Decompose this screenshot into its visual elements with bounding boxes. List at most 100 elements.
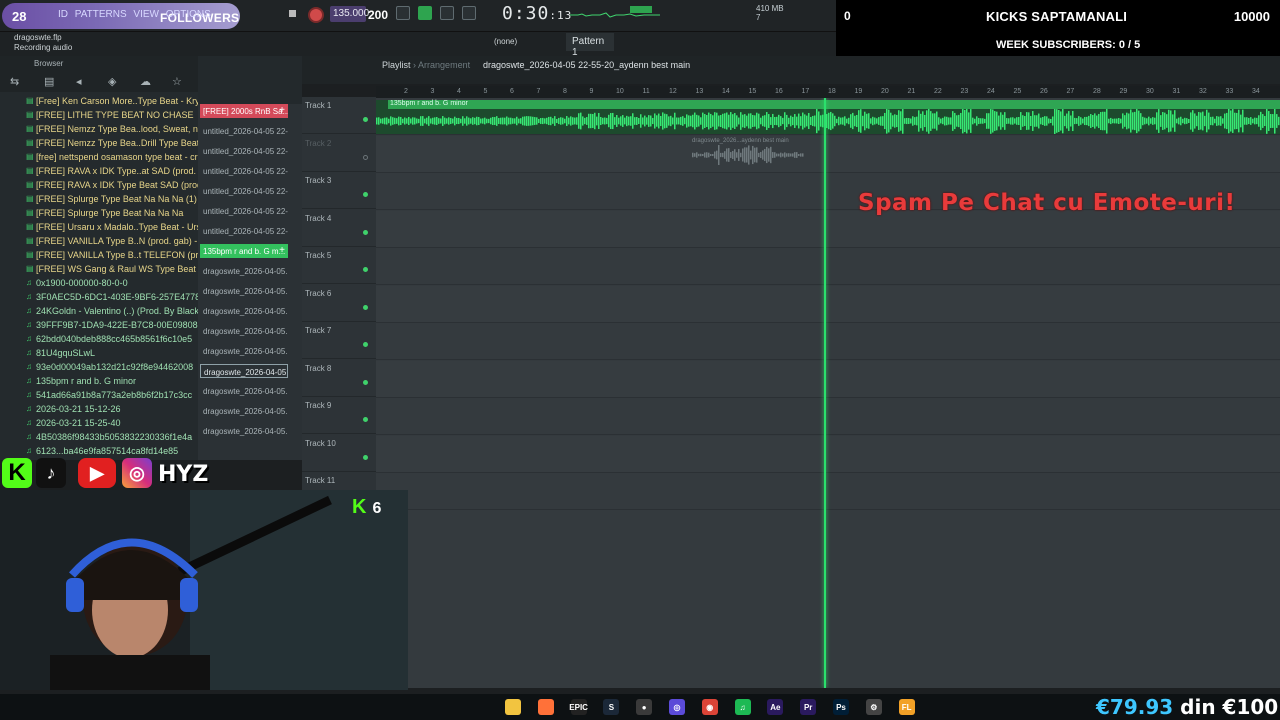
- fl-studio-icon[interactable]: FL: [898, 699, 915, 715]
- track-lane[interactable]: [376, 210, 1280, 248]
- timeline-ruler[interactable]: 2 3 4 5 6 7 8 9 10 11 12 13 14 15 16 17 18 19 20 21 22 23 24 25…: [376, 86, 1280, 98]
- clip-item[interactable]: dragoswte_2026-04-05...: [200, 264, 288, 278]
- browser-item[interactable]: ♫ 3F0AEC5D-6DC1-403E-9BF6-257E47781E86: [0, 290, 198, 304]
- app-icon[interactable]: ◎: [669, 699, 685, 715]
- clip-item[interactable]: dragoswte_2026-04-05...: [200, 304, 288, 318]
- countdown-icon[interactable]: [440, 6, 454, 20]
- browser-item[interactable]: ♫ 62bdd040bdeb888cc465b8561f6c10e5: [0, 332, 198, 346]
- browser-item[interactable]: ▤[FREE] Ursaru x Madalo..Type Beat - Urs…: [0, 220, 198, 234]
- browser-item[interactable]: ▤ [FREE] Nemzz Type Bea..Drill Type Beat …: [0, 136, 198, 150]
- track-header[interactable]: Track 2: [302, 135, 376, 172]
- browser-item[interactable]: ♫ 93e0d00049ab132d21c92f8e94462008: [0, 360, 198, 374]
- clip-item[interactable]: dragoswte_2026-04-05...: [200, 284, 288, 298]
- track-mute-toggle[interactable]: [363, 417, 368, 422]
- browser-item[interactable]: ▤[FREE] RAVA x IDK Type Beat SAD (prod. …: [0, 178, 198, 192]
- clip-add-icon[interactable]: +: [279, 245, 285, 256]
- browser-item[interactable]: ♫ 2026-03-21 15-25-40: [0, 416, 198, 430]
- browser-plugins-icon[interactable]: ◈: [108, 75, 116, 88]
- snap-select[interactable]: (none): [494, 37, 517, 46]
- folder-icon[interactable]: [505, 699, 521, 715]
- playhead[interactable]: [824, 98, 826, 688]
- browser-item[interactable]: ▤ [FREE] LITHE TYPE BEAT NO CHASE: [0, 108, 198, 122]
- clip-item[interactable]: [FREE] 2000s RnB Sa... +: [200, 104, 288, 118]
- pattern-selector[interactable]: Pattern 1: [566, 33, 614, 58]
- loop-record-icon[interactable]: [462, 6, 476, 20]
- browser-item[interactable]: ▤ [FREE] Splurge Type Beat Na Na Na: [0, 206, 198, 220]
- browser-item[interactable]: ▤[FREE] Nemzz Type Bea..lood, Sweat, n T…: [0, 122, 198, 136]
- browser-item[interactable]: ♫ 2026-03-21 15-12-26: [0, 402, 198, 416]
- track-lane[interactable]: [376, 473, 1280, 510]
- playlist-view[interactable]: Arrangement: [418, 60, 470, 70]
- clip-add-icon[interactable]: +: [279, 105, 285, 116]
- browser-item[interactable]: ▤[FREE] RAVA x IDK Type..at SAD (prod. g…: [0, 164, 198, 178]
- track-mute-toggle[interactable]: [363, 154, 368, 160]
- track-header[interactable]: Track 10: [302, 435, 376, 472]
- chrome-icon[interactable]: ◉: [701, 699, 718, 715]
- record-button[interactable]: [308, 7, 324, 23]
- browser-item[interactable]: ♫ 0x1900-000000-80-0-0: [0, 276, 198, 290]
- browser-item[interactable]: ♫ 39FFF9B7-1DA9-422E-B7C8-00E098085088: [0, 318, 198, 332]
- track-header[interactable]: Track 5: [302, 247, 376, 284]
- premiere-icon[interactable]: Pr: [800, 699, 817, 715]
- stop-button[interactable]: [289, 10, 296, 17]
- browser-item[interactable]: ▤ [free] nettspend osamason type beat - c…: [0, 150, 198, 164]
- browser-item[interactable]: ▤ [Free] Ken Carson More..Type Beat - Kry…: [0, 94, 198, 108]
- browser-item[interactable]: ▤ [FREE] Splurge Type Beat Na Na Na (1): [0, 192, 198, 206]
- clip-item[interactable]: untitled_2026-04-05 22-...: [200, 144, 288, 158]
- track-lane[interactable]: [376, 285, 1280, 323]
- menu-item-id[interactable]: ID: [58, 9, 68, 20]
- track-header[interactable]: Track 3: [302, 172, 376, 209]
- menu-item-view[interactable]: VIEW: [133, 9, 159, 20]
- clip-item[interactable]: dragoswte_2026-04-05...: [200, 364, 288, 378]
- browser-item[interactable]: ♫ 81U4gquSLwL: [0, 346, 198, 360]
- track-mute-toggle[interactable]: [363, 304, 368, 310]
- browser-star-icon[interactable]: ☆: [172, 75, 182, 88]
- browser-item[interactable]: ♫ 135bpm r and b. G minor: [0, 374, 198, 388]
- firefox-icon[interactable]: [537, 699, 554, 715]
- wait-input-icon[interactable]: [418, 6, 432, 20]
- epic-icon[interactable]: EPIC: [569, 699, 588, 715]
- settings-icon[interactable]: ⚙: [865, 699, 882, 715]
- browser-item[interactable]: ▤ [FREE] VANILLA Type B..N (prod. gab) - …: [0, 234, 198, 248]
- browser-item[interactable]: ♫ 24KGoldn - Valentino (..) (Prod. By Bla…: [0, 304, 198, 318]
- menu-item-patterns[interactable]: PATTERNS: [75, 9, 127, 20]
- browser-files-icon[interactable]: ▤: [44, 75, 54, 88]
- after-effects-icon[interactable]: Ae: [767, 699, 784, 715]
- clip-item[interactable]: dragoswte_2026-04-05...: [200, 344, 288, 358]
- track-lane[interactable]: [376, 323, 1280, 360]
- track-mute-toggle[interactable]: [363, 342, 368, 347]
- clip-item[interactable]: untitled_2026-04-05 22-...: [200, 124, 288, 138]
- clip-item[interactable]: dragoswte_2026-04-05...: [200, 424, 288, 438]
- browser-cloud-icon[interactable]: ☁: [140, 75, 151, 88]
- track-mute-toggle[interactable]: [363, 192, 368, 197]
- browser-menu-icon[interactable]: ⇆: [10, 75, 19, 88]
- track-header[interactable]: Track 6: [302, 285, 376, 322]
- track-header[interactable]: Track 1: [302, 97, 376, 134]
- browser-back-icon[interactable]: ◂: [76, 75, 82, 88]
- clip-item[interactable]: 135bpm r and b. G m... +: [200, 244, 288, 258]
- menu-item-options[interactable]: OPTIONS: [166, 9, 211, 20]
- clip-item[interactable]: dragoswte_2026-04-05...: [200, 384, 288, 398]
- track-lane[interactable]: [376, 360, 1280, 398]
- obs-icon[interactable]: ●: [636, 699, 653, 715]
- track-mute-toggle[interactable]: [363, 117, 368, 122]
- clip-item[interactable]: dragoswte_2026-04-05...: [200, 324, 288, 338]
- browser-item[interactable]: ♫ 541ad66a91b8a773a2eb8b6f2b17c3cc: [0, 388, 198, 402]
- playlist-arrangement[interactable]: 135bpm r and b. G minor dragoswte_2026..…: [376, 98, 1280, 688]
- track-mute-toggle[interactable]: [363, 267, 368, 272]
- clip-item[interactable]: untitled_2026-04-05 22-...: [200, 184, 288, 198]
- clip-item[interactable]: untitled_2026-04-05 22-...: [200, 204, 288, 218]
- metronome-icon[interactable]: [396, 6, 410, 20]
- track-lane[interactable]: [376, 135, 1280, 173]
- browser-item[interactable]: ▤[FREE] VANILLA Type B..t TELEFON (prod.…: [0, 248, 198, 262]
- spotify-icon[interactable]: ♫: [734, 699, 751, 715]
- clip-item[interactable]: untitled_2026-04-05 22-...: [200, 164, 288, 178]
- audio-clip[interactable]: 135bpm r and b. G minor: [376, 100, 1280, 134]
- browser-item[interactable]: ▤[FREE] WS Gang & Raul WS Type Beat - W$: [0, 262, 198, 276]
- track-header[interactable]: Track 9: [302, 397, 376, 434]
- track-header[interactable]: Track 7: [302, 322, 376, 359]
- browser-item[interactable]: ♫ 4B50386f98433b5053832230336f1e4a: [0, 430, 198, 444]
- track-header[interactable]: Track 4: [302, 210, 376, 247]
- clip-item[interactable]: dragoswte_2026-04-05...: [200, 404, 288, 418]
- photoshop-icon[interactable]: Ps: [833, 699, 849, 715]
